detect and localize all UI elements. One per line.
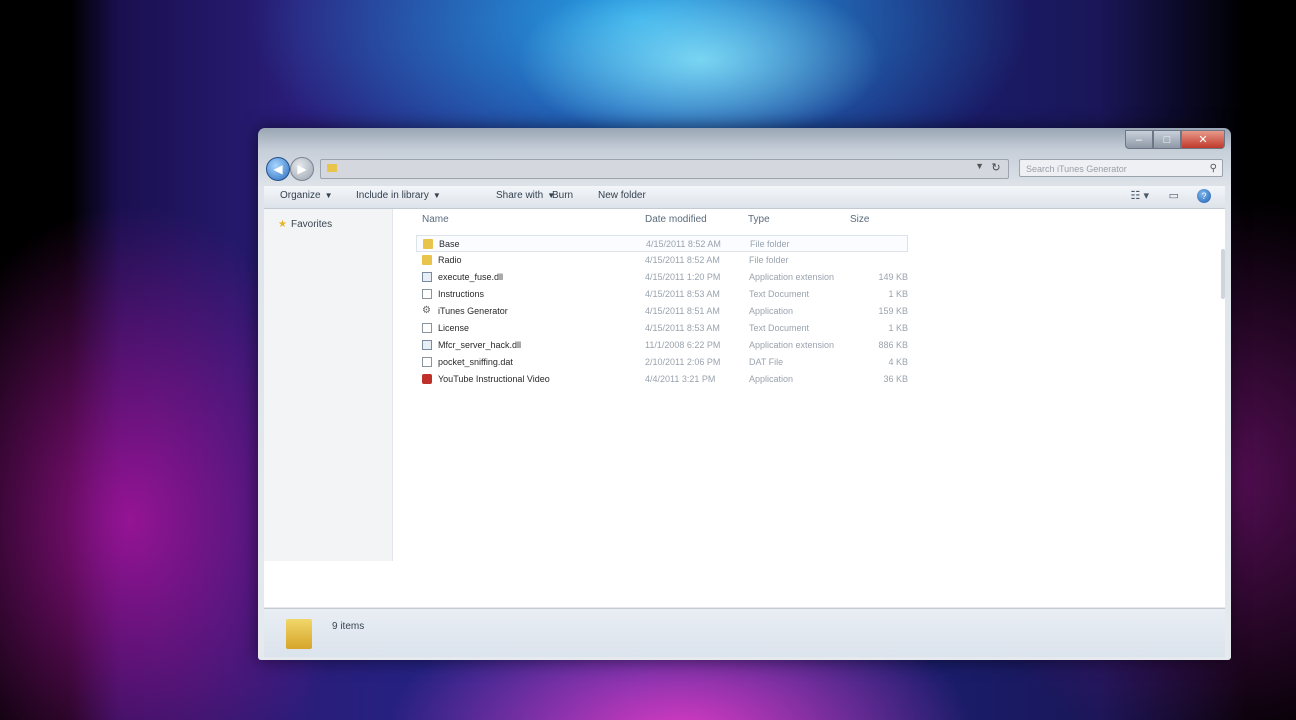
file-size: 1 KB <box>888 289 908 299</box>
folder-icon <box>422 255 432 265</box>
file-name: Mfcr_server_hack.dll <box>438 340 522 350</box>
folder-icon <box>423 239 433 249</box>
organize-button[interactable]: Organize ▼ <box>280 190 333 201</box>
column-header-date[interactable]: Date modified <box>645 214 707 225</box>
column-header-type[interactable]: Type <box>748 214 770 225</box>
desktop-background: – □ ✕ ◀ ▶ ▼ ↻ Search iTunes Generator ⚲ … <box>0 0 1296 720</box>
search-placeholder: Search iTunes Generator <box>1026 164 1127 174</box>
dll-icon <box>422 272 432 282</box>
include-library-label: Include in library <box>356 190 429 201</box>
file-date: 4/15/2011 8:52 AM <box>646 239 721 249</box>
refresh-icon[interactable]: ↻ <box>988 161 1004 174</box>
file-type: Application extension <box>749 340 835 350</box>
preview-pane-icon[interactable]: ▭ <box>1169 189 1179 202</box>
folder-icon <box>327 164 337 172</box>
chevron-down-icon[interactable]: ▼ <box>975 161 984 171</box>
dat-file-icon <box>422 357 432 367</box>
file-row[interactable]: Mfcr_server_hack.dll 11/1/2008 6:22 PM A… <box>416 337 908 354</box>
file-type: Application extension <box>749 272 835 282</box>
navigation-pane: ★ Favorites <box>264 209 393 561</box>
burn-button[interactable]: Burn <box>552 190 573 201</box>
include-in-library-button[interactable]: Include in library ▼ <box>356 190 441 201</box>
arrow-left-icon: ◀ <box>273 162 283 176</box>
new-folder-button[interactable]: New folder <box>598 190 646 201</box>
file-row[interactable]: Radio 4/15/2011 8:52 AM File folder <box>416 252 908 269</box>
file-size: 1 KB <box>888 323 908 333</box>
view-options-icon[interactable]: ☷ ▾ <box>1131 189 1149 202</box>
column-header-size[interactable]: Size <box>850 214 869 225</box>
file-name: Radio <box>438 255 462 265</box>
forward-button[interactable]: ▶ <box>290 157 314 181</box>
file-size: 159 KB <box>878 306 908 316</box>
file-size: 149 KB <box>878 272 908 282</box>
sidebar-item-favorites[interactable]: ★ Favorites <box>278 219 332 230</box>
arrow-right-icon: ▶ <box>297 162 307 176</box>
minimize-button[interactable]: – <box>1125 130 1153 149</box>
file-row[interactable]: ⚙ iTunes Generator 4/15/2011 8:51 AM App… <box>416 303 908 320</box>
help-icon[interactable]: ? <box>1197 189 1211 203</box>
caption-buttons: – □ ✕ <box>1125 130 1225 149</box>
item-count: 9 items <box>332 621 365 632</box>
file-name: Base <box>439 239 460 249</box>
file-name: iTunes Generator <box>438 306 508 316</box>
share-with-button[interactable]: Share with ▼ <box>496 190 555 201</box>
file-row[interactable]: License 4/15/2011 8:53 AM Text Document … <box>416 320 908 337</box>
dll-icon <box>422 340 432 350</box>
video-app-icon <box>422 374 432 384</box>
file-name: execute_fuse.dll <box>438 272 504 282</box>
text-file-icon <box>422 289 432 299</box>
file-row[interactable]: Base 4/15/2011 8:52 AM File folder <box>416 235 908 252</box>
file-type: File folder <box>750 239 790 249</box>
file-date: 4/15/2011 8:52 AM <box>645 255 720 265</box>
file-type: Application <box>749 374 794 384</box>
content-area: ★ Favorites Name Date modified Type Size … <box>264 209 1225 607</box>
folder-icon <box>286 619 312 649</box>
file-type: Text Document <box>749 289 810 299</box>
vertical-scrollbar[interactable] <box>1221 249 1225 299</box>
file-name: Instructions <box>438 289 485 299</box>
file-size: 36 KB <box>883 374 908 384</box>
details-pane: 9 items <box>264 608 1225 657</box>
organize-label: Organize <box>280 190 321 201</box>
file-name: pocket_sniffing.dat <box>438 357 513 367</box>
favorites-label: Favorites <box>290 219 333 230</box>
file-type: Application <box>749 306 794 316</box>
file-date: 4/15/2011 1:20 PM <box>645 272 721 282</box>
address-bar[interactable]: ▼ ↻ <box>320 159 1009 179</box>
star-icon: ★ <box>278 219 287 230</box>
share-with-label: Share with <box>496 190 544 201</box>
search-icon: ⚲ <box>1209 163 1217 174</box>
text-file-icon <box>422 323 432 333</box>
file-type: DAT File <box>749 357 784 367</box>
file-type: Text Document <box>749 323 810 333</box>
file-row[interactable]: Instructions 4/15/2011 8:53 AM Text Docu… <box>416 286 908 303</box>
maximize-button[interactable]: □ <box>1153 130 1181 149</box>
file-size: 4 KB <box>888 357 908 367</box>
file-name: YouTube Instructional Video <box>438 374 550 384</box>
close-button[interactable]: ✕ <box>1181 130 1225 149</box>
file-date: 11/1/2008 6:22 PM <box>645 340 721 350</box>
gear-icon: ⚙ <box>422 305 431 316</box>
file-row[interactable]: pocket_sniffing.dat 2/10/2011 2:06 PM DA… <box>416 354 908 371</box>
explorer-window[interactable]: – □ ✕ ◀ ▶ ▼ ↻ Search iTunes Generator ⚲ … <box>258 128 1231 660</box>
file-date: 4/15/2011 8:51 AM <box>645 306 720 316</box>
file-date: 2/10/2011 2:06 PM <box>645 357 721 367</box>
command-bar: Organize ▼ Include in library ▼ Share with… <box>264 186 1225 209</box>
chevron-down-icon: ▼ <box>432 191 441 200</box>
search-input[interactable]: Search iTunes Generator ⚲ <box>1019 159 1223 177</box>
back-button[interactable]: ◀ <box>266 157 290 181</box>
navigation-bar: ◀ ▶ ▼ ↻ Search iTunes Generator ⚲ <box>264 156 1225 182</box>
file-row[interactable]: execute_fuse.dll 4/15/2011 1:20 PM Appli… <box>416 269 908 286</box>
file-row[interactable]: YouTube Instructional Video 4/4/2011 3:2… <box>416 371 908 388</box>
file-name: License <box>438 323 470 333</box>
file-type: File folder <box>749 255 789 265</box>
column-header-name[interactable]: Name <box>422 214 449 225</box>
file-size: 886 KB <box>878 340 908 350</box>
chevron-down-icon: ▼ <box>324 191 333 200</box>
file-date: 4/4/2011 3:21 PM <box>645 374 716 384</box>
file-list: Base 4/15/2011 8:52 AM File folder Radio… <box>416 235 908 388</box>
file-date: 4/15/2011 8:53 AM <box>645 323 720 333</box>
file-date: 4/15/2011 8:53 AM <box>645 289 720 299</box>
